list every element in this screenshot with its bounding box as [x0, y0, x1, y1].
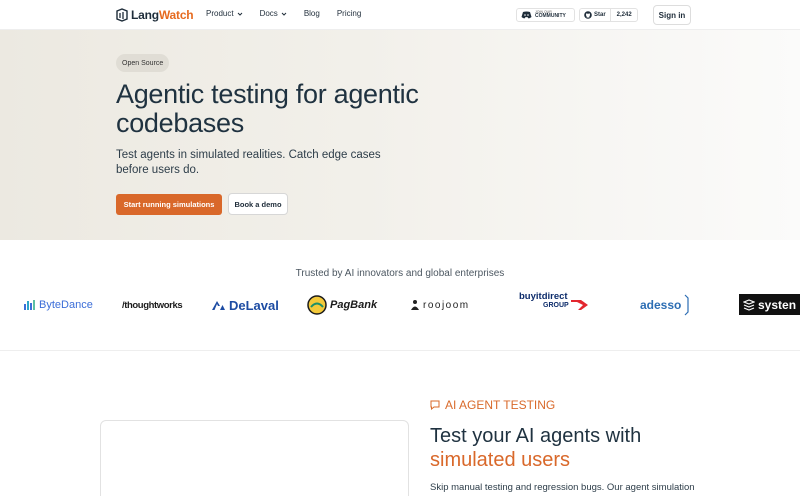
buyitdirect-logo: buyitdirect GROUP: [519, 292, 569, 318]
section-title-line2: simulated users: [430, 449, 571, 471]
adesso-text: adesso: [640, 298, 682, 312]
buyitdirect-group-text: GROUP: [543, 301, 569, 309]
buyitdirect-arrow-icon: [571, 300, 588, 310]
github-star-button[interactable]: Star 2,242: [579, 8, 638, 22]
section-divider: [0, 350, 800, 351]
discord-community-button[interactable]: JOIN OUR COMMUNITY: [516, 8, 575, 22]
logo-text: LangWatch: [131, 8, 194, 22]
section-title: Test your AI agents with simulated users: [430, 424, 760, 472]
start-simulations-button[interactable]: Start running simulations: [116, 194, 222, 215]
feature-preview-card: [100, 420, 409, 496]
chat-bubble-icon: [430, 400, 440, 410]
roojoom-logo: roojoom: [410, 292, 470, 318]
system-logo: systen: [739, 294, 800, 315]
nav-blog[interactable]: Blog: [304, 9, 320, 18]
nav-product[interactable]: Product: [206, 9, 243, 18]
buyitdirect-text: buyitdirect: [519, 291, 568, 302]
roojoom-person-icon: [411, 300, 419, 310]
customer-logos: ByteDance /thoughtworks DeLaval PagBank …: [0, 292, 800, 320]
nav-docs-label: Docs: [259, 9, 278, 18]
top-nav: LangWatch Product Docs Blog Pricing JOIN…: [0, 0, 800, 30]
nav-pricing[interactable]: Pricing: [337, 9, 361, 18]
discord-icon: [521, 11, 532, 19]
chevron-down-icon: [237, 12, 242, 16]
thoughtworks-logo: /thoughtworks: [122, 299, 183, 311]
roojoom-text: roojoom: [423, 299, 470, 311]
bytedance-logo: ByteDance: [24, 292, 93, 318]
github-star-count: 2,242: [616, 12, 632, 18]
nav-product-label: Product: [206, 9, 234, 18]
bytedance-bars-icon: [24, 299, 35, 310]
nav-links: Product Docs Blog Pricing: [206, 9, 378, 18]
hero-subtitle: Test agents in simulated realities. Catc…: [116, 149, 381, 176]
system-mark-icon: [743, 298, 755, 311]
bytedance-text: ByteDance: [39, 299, 93, 311]
sign-in-button[interactable]: Sign in: [653, 5, 691, 25]
book-demo-button[interactable]: Book a demo: [228, 193, 288, 215]
section-eyebrow-text: AI AGENT TESTING: [445, 398, 556, 412]
adesso-logo: adesso: [640, 292, 690, 318]
pagbank-logo: PagBank: [307, 292, 377, 318]
langwatch-logo-icon: [116, 8, 128, 22]
pagbank-text: PagBank: [330, 299, 378, 311]
delaval-logo: DeLaval: [212, 292, 279, 318]
adesso-bracket-icon: [684, 294, 689, 316]
github-star-label: Star: [594, 12, 606, 18]
delaval-text: DeLaval: [229, 297, 279, 313]
discord-big-text: COMMUNITY: [535, 13, 566, 20]
section-eyebrow: AI AGENT TESTING: [430, 398, 555, 412]
section-body: Skip manual testing and regression bugs.…: [430, 482, 695, 493]
section-title-line1: Test your AI agents with: [430, 425, 642, 447]
delaval-mark-icon: [212, 300, 225, 310]
system-text: systen: [758, 297, 797, 312]
pagbank-mark-icon: [307, 295, 327, 315]
hero-title: Agentic testing for agentic codebases: [116, 79, 419, 138]
nav-docs[interactable]: Docs: [260, 9, 287, 18]
open-source-badge: Open Source: [116, 54, 170, 72]
github-icon: [584, 11, 592, 19]
chevron-down-icon: [281, 12, 287, 16]
logo[interactable]: LangWatch: [116, 6, 194, 24]
trusted-heading: Trusted by AI innovators and global ente…: [295, 268, 505, 279]
